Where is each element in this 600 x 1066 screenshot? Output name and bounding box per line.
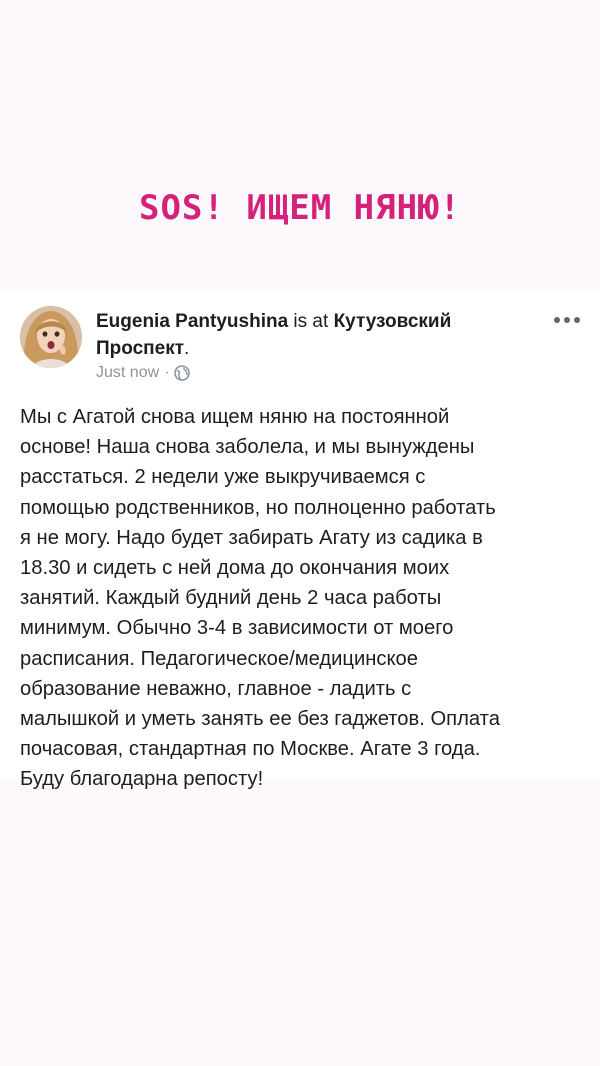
timestamp[interactable]: Just now: [96, 364, 159, 382]
headline: SOS! ИЩЕМ НЯНЮ!: [138, 188, 462, 228]
post-body: Мы с Агатой снова ищем няню на постоянно…: [20, 406, 500, 791]
place-suffix: .: [184, 338, 190, 359]
post-meta: Just now ·: [96, 364, 191, 382]
avatar[interactable]: [20, 306, 82, 368]
globe-icon[interactable]: [174, 365, 191, 381]
meta-separator: ·: [164, 364, 170, 381]
post-card: Eugenia Pantyushina is at Кутузовский Пр…: [0, 290, 600, 790]
is-at-text: is at: [288, 311, 334, 332]
post-header: Eugenia Pantyushina is at Кутузовский Пр…: [96, 308, 536, 362]
avatar-photo: [20, 306, 82, 368]
more-dots-icon[interactable]: [550, 310, 584, 330]
author-name[interactable]: Eugenia Pantyushina: [96, 311, 288, 332]
